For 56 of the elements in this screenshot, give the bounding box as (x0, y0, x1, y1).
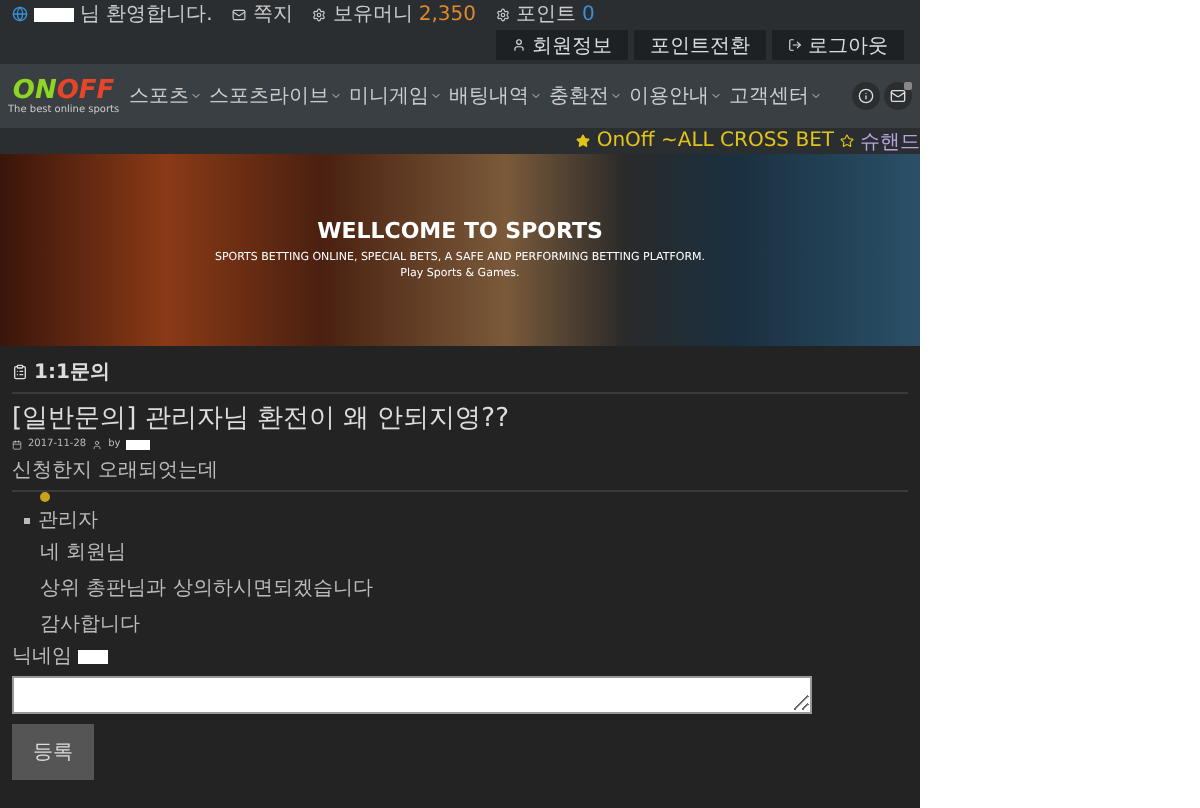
top-bar-link[interactable]: 포인트 (516, 0, 576, 28)
nav-menu-item[interactable]: 스포츠 (127, 82, 204, 110)
welcome-text: 님 환영합니다. (80, 2, 213, 28)
account-button[interactable]: 회원정보 (496, 30, 628, 60)
account-button[interactable]: 로그아웃 (772, 30, 904, 60)
chevron-down-icon (189, 90, 202, 102)
star-icon (840, 134, 854, 148)
nav-menu-item[interactable]: 이용안내 (627, 82, 724, 110)
mail-icon (890, 88, 906, 104)
redacted-name (34, 7, 74, 21)
balance-value: 0 (582, 3, 595, 25)
user-icon (92, 439, 103, 449)
comment-field[interactable] (12, 676, 812, 714)
board-icon (12, 364, 28, 380)
chevron-down-icon (329, 90, 342, 102)
nav-menu-item[interactable]: 스포츠라이브 (207, 82, 344, 110)
redacted-name (78, 649, 108, 663)
top-bar-link[interactable]: 보유머니 (332, 0, 413, 28)
submit-button[interactable]: 등록 (12, 724, 94, 780)
info-icon (858, 88, 874, 104)
redacted-name (126, 439, 151, 449)
banner-title: WELLCOME TO SPORTS (317, 217, 603, 244)
top-bar-link[interactable]: 쪽지 (252, 0, 293, 28)
globe-icon (12, 6, 28, 22)
calendar-icon (12, 439, 22, 449)
ticker-text: OnOff ~ALL CROSS BET (596, 130, 834, 152)
star-icon (576, 134, 591, 148)
chevron-down-icon (429, 90, 442, 102)
nav-menu-item[interactable]: 고객센터 (727, 82, 824, 110)
section-title: 1:1문의 (34, 360, 110, 386)
reply-author: 관리자 (38, 508, 98, 534)
medal-icon (40, 492, 50, 502)
chevron-down-icon (609, 90, 622, 102)
reply-text: 감사합니다 (38, 612, 142, 640)
post-body: 신청한지 오래되엇는데 (12, 450, 908, 492)
nav-menu-item[interactable]: 배팅내역 (447, 82, 544, 110)
ticker-text: 슈핸드 (860, 129, 920, 154)
logo[interactable]: ONOFF (12, 77, 115, 103)
reply-text: 네 회원님 (38, 540, 129, 568)
nickname-label: 닉네임 (12, 644, 72, 670)
mail-icon (232, 7, 247, 21)
logout-icon (788, 38, 802, 52)
balance-value: 2,350 (418, 3, 476, 25)
reply-text: 상위 총판님과 상의하시면되겠습니다 (38, 576, 375, 604)
message-button[interactable] (884, 82, 912, 110)
info-button[interactable] (852, 82, 880, 110)
chevron-down-icon (709, 90, 722, 102)
account-button[interactable]: 포인트전환 (634, 30, 766, 60)
nav-menu-item[interactable]: 미니게임 (347, 82, 444, 110)
nav-menu-item[interactable]: 충환전 (547, 82, 624, 110)
user-icon (512, 38, 526, 52)
notification-badge (904, 82, 912, 90)
bullet-icon (24, 517, 30, 523)
chevron-down-icon (809, 90, 822, 102)
chevron-down-icon (529, 90, 542, 102)
post-title: [일반문의] 관리자님 환전이 왜 안되지영?? (12, 402, 511, 438)
